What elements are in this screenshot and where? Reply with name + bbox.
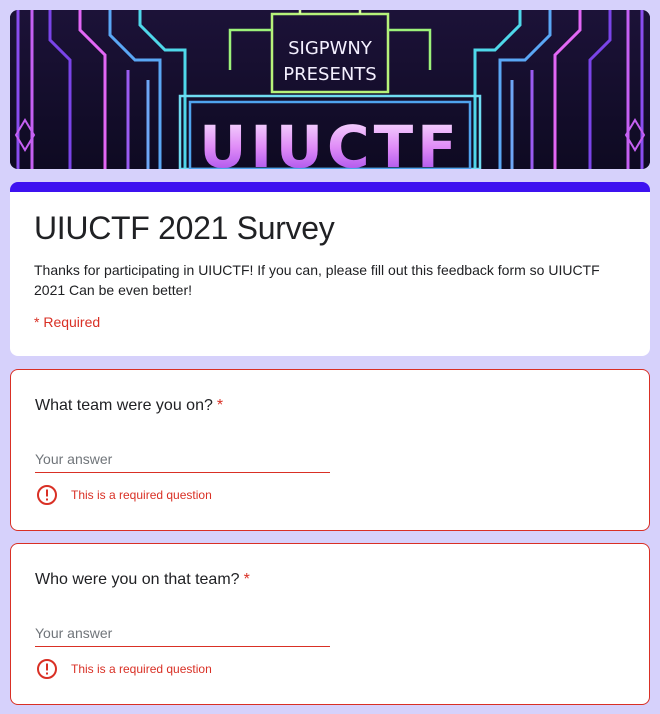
banner-logo: UIUCTF — [199, 113, 461, 169]
alert-circle-icon — [37, 485, 57, 505]
error-message: This is a required question — [35, 657, 212, 681]
error-message: This is a required question — [35, 483, 212, 507]
required-asterisk: * — [243, 571, 250, 588]
question-label: Who were you on that team? * — [35, 571, 250, 589]
form-title: UIUCTF 2021 Survey — [34, 210, 335, 246]
teammates-answer-input[interactable] — [35, 620, 330, 647]
question-card-team: What team were you on?* This is a requir… — [10, 369, 650, 531]
form-header-card: UIUCTF 2021 Survey Thanks for participat… — [10, 182, 650, 356]
question-label: What team were you on? * — [35, 397, 223, 415]
question-card-teammates: Who were you on that team?* This is a re… — [10, 543, 650, 705]
required-asterisk: * — [216, 397, 224, 414]
header-banner-image: SIGPWNY PRESENTS UIUCTF — [10, 10, 650, 169]
question-text: What team were you on? — [35, 397, 213, 414]
required-note: * Required — [34, 314, 101, 330]
alert-circle-icon — [37, 659, 57, 679]
error-text: This is a required question — [71, 488, 212, 502]
banner-line1: SIGPWNY — [288, 38, 373, 59]
form-description: Thanks for participating in UIUCTF! If y… — [34, 262, 600, 298]
banner-line2: PRESENTS — [283, 64, 376, 85]
error-text: This is a required question — [71, 662, 212, 676]
team-answer-input[interactable] — [35, 446, 330, 473]
question-text: Who were you on that team? — [35, 571, 240, 588]
